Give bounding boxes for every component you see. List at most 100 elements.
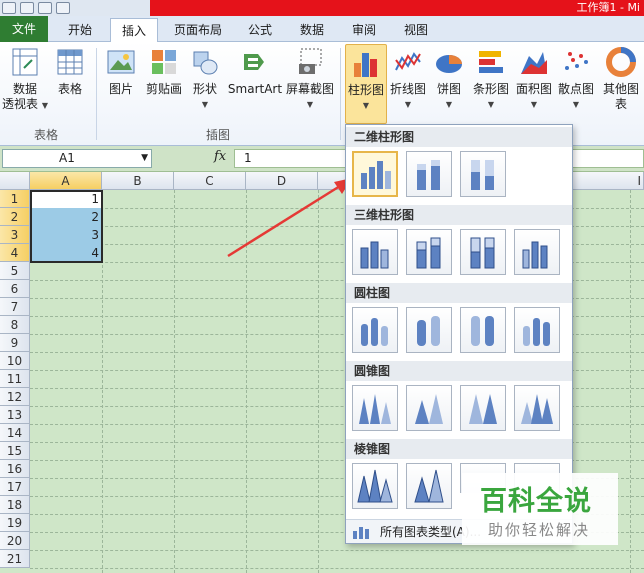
cylinder-clustered-option[interactable] xyxy=(352,307,398,353)
screenshot-icon xyxy=(299,48,322,74)
cone-clustered-option[interactable] xyxy=(352,385,398,431)
table-button[interactable]: 表格 xyxy=(52,46,88,97)
cylinder-percent-option[interactable] xyxy=(460,307,506,353)
scatter-chart-icon xyxy=(565,52,588,70)
chevron-down-icon: ▼ xyxy=(445,100,453,109)
pivot-table-button[interactable]: 数据 透视表 ▼ xyxy=(2,46,48,113)
ribbon-tabs: 文件 开始 插入 页面布局 公式 数据 审阅 视图 xyxy=(0,16,644,43)
3d-clustered-column-option[interactable] xyxy=(352,229,398,275)
percent-stacked-column-option[interactable] xyxy=(460,151,506,197)
table-label: 表格 xyxy=(57,82,82,96)
3d-stacked-column-option[interactable] xyxy=(406,229,452,275)
picture-label: 图片 xyxy=(108,82,133,96)
pyramid-clustered-icon xyxy=(357,469,393,503)
pie-chart-button[interactable]: 饼图 ▼ xyxy=(432,46,466,112)
percent-stacked-column-icon xyxy=(471,160,494,190)
3d-stacked-column-icon xyxy=(416,237,441,269)
3d-percent-stacked-column-option[interactable] xyxy=(460,229,506,275)
pyramid-stacked-icon xyxy=(414,469,444,503)
3d-column-option[interactable] xyxy=(514,229,560,275)
other-charts-label: 其他图表 xyxy=(602,82,639,111)
tab-data[interactable]: 数据 xyxy=(290,18,334,42)
cone-stacked-option[interactable] xyxy=(406,385,452,431)
cylinder-3d-option[interactable] xyxy=(514,307,560,353)
redo-icon[interactable] xyxy=(38,2,52,14)
scatter-chart-label: 散点图 xyxy=(557,82,594,96)
column-chart-button[interactable]: 柱形图 ▼ xyxy=(345,44,387,124)
chevron-down-icon: ▼ xyxy=(41,101,48,110)
chevron-down-icon: ▼ xyxy=(530,100,538,109)
tab-formulas[interactable]: 公式 xyxy=(238,18,282,42)
scatter-chart-button[interactable]: 散点图 ▼ xyxy=(556,46,596,112)
tab-page-layout[interactable]: 页面布局 xyxy=(166,18,230,42)
3d-percent-stacked-column-icon xyxy=(470,237,495,269)
smartart-button[interactable]: SmartArt xyxy=(226,46,284,97)
chevron-down-icon[interactable]: ▼ xyxy=(141,150,148,167)
pie-chart-icon xyxy=(436,55,462,73)
bar-chart-label: 条形图 xyxy=(472,82,509,96)
cone-3d-icon xyxy=(521,394,553,424)
chevron-down-icon: ▼ xyxy=(201,100,209,109)
name-box[interactable]: A1 ▼ xyxy=(2,149,152,168)
cylinder-clustered-icon xyxy=(361,318,388,346)
cone-3d-option[interactable] xyxy=(514,385,560,431)
name-box-value: A1 xyxy=(59,151,75,165)
cylinder-stacked-option[interactable] xyxy=(406,307,452,353)
tab-insert[interactable]: 插入 xyxy=(110,18,158,43)
clustered-column-icon xyxy=(361,161,391,189)
title-bar: 工作簿1 - Mi xyxy=(0,0,644,16)
smartart-label: SmartArt xyxy=(227,82,283,96)
clustered-column-option[interactable] xyxy=(352,151,398,197)
pivot-table-label-1: 数据 xyxy=(12,82,37,96)
line-chart-button[interactable]: 折线图 ▼ xyxy=(388,46,428,112)
area-chart-icon xyxy=(521,52,547,74)
column-chart-label: 柱形图 xyxy=(347,83,384,97)
picture-icon xyxy=(107,50,135,74)
watermark-subtitle: 助你轻松解决 xyxy=(488,521,591,539)
shapes-button[interactable]: 形状 ▼ xyxy=(189,46,221,112)
picture-button[interactable]: 图片 xyxy=(104,46,138,97)
section-cylinder: 圆柱图 xyxy=(346,283,572,303)
cone-stacked-icon xyxy=(415,394,443,424)
chevron-down-icon: ▼ xyxy=(487,100,495,109)
title-bar-accent: 工作簿1 - Mi xyxy=(150,0,644,16)
chevron-down-icon: ▼ xyxy=(404,100,412,109)
chevron-down-icon: ▼ xyxy=(306,100,314,109)
chart-types-icon xyxy=(353,527,369,539)
tab-view[interactable]: 视图 xyxy=(394,18,438,42)
cone-percent-option[interactable] xyxy=(460,385,506,431)
pivot-table-icon xyxy=(12,48,38,76)
column-chart-icon xyxy=(354,53,377,77)
section-pyramid: 棱锥图 xyxy=(346,439,572,459)
pyramid-stacked-option[interactable] xyxy=(406,463,452,509)
cone-clustered-icon xyxy=(359,394,391,424)
chevron-down-icon: ▼ xyxy=(362,101,370,110)
tab-home[interactable]: 开始 xyxy=(58,18,102,42)
stacked-column-option[interactable] xyxy=(406,151,452,197)
clipart-button[interactable]: 剪贴画 xyxy=(142,46,186,97)
print-preview-icon[interactable] xyxy=(56,2,70,14)
section-cone: 圆锥图 xyxy=(346,361,572,381)
tab-file[interactable]: 文件 xyxy=(0,16,48,42)
insert-function-icon[interactable]: fx xyxy=(214,149,226,164)
line-chart-label: 折线图 xyxy=(389,82,426,96)
screenshot-label: 屏幕截图 xyxy=(285,82,334,96)
area-chart-button[interactable]: 面积图 ▼ xyxy=(514,46,554,112)
pivot-table-label-2: 透视表 xyxy=(2,97,39,111)
screenshot-button[interactable]: 屏幕截图 ▼ xyxy=(284,46,336,112)
tab-review[interactable]: 审阅 xyxy=(342,18,386,42)
other-charts-button[interactable]: 其他图表 xyxy=(598,46,644,112)
pyramid-clustered-option[interactable] xyxy=(352,463,398,509)
cone-percent-icon xyxy=(469,394,497,424)
undo-icon[interactable] xyxy=(20,2,34,14)
pie-chart-label: 饼图 xyxy=(436,82,461,96)
group-divider xyxy=(340,48,341,140)
save-icon[interactable] xyxy=(2,2,16,14)
section-3d-column: 三维柱形图 xyxy=(346,205,572,225)
shapes-label: 形状 xyxy=(192,82,217,96)
cylinder-stacked-icon xyxy=(417,316,440,346)
area-chart-label: 面积图 xyxy=(515,82,552,96)
group-label-tables: 表格 xyxy=(34,128,59,142)
chevron-down-icon: ▼ xyxy=(572,100,580,109)
bar-chart-button[interactable]: 条形图 ▼ xyxy=(470,46,512,112)
